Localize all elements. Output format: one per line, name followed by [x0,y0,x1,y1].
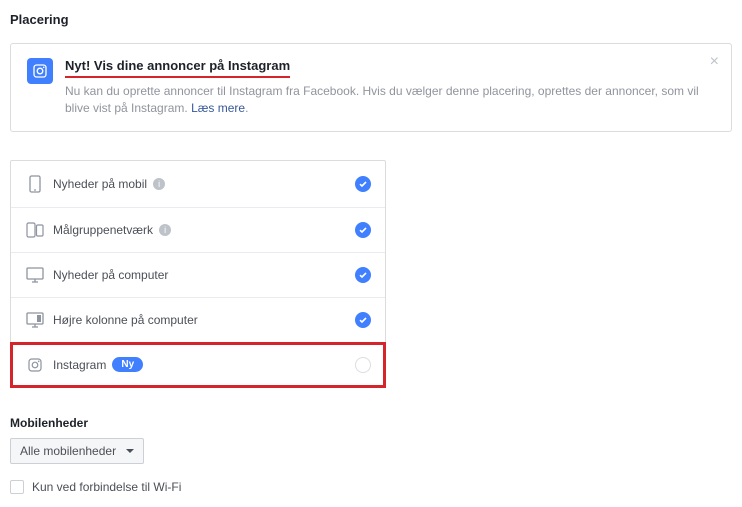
info-icon[interactable]: i [153,178,165,190]
info-heading: Nyt! Vis dine annoncer på Instagram [65,58,290,78]
info-body-text: Nu kan du oprette annoncer til Instagram… [65,84,699,115]
placement-instagram[interactable]: Instagram Ny [11,343,385,387]
check-icon [355,267,371,283]
placement-audience-network[interactable]: Målgruppenetværk i [11,208,385,253]
instagram-icon [25,357,45,373]
wifi-only-row: Kun ved forbindelse til Wi-Fi [10,480,732,494]
placement-label: Instagram Ny [53,357,355,372]
placement-label: Nyheder på mobil i [53,177,355,191]
section-title: Placering [10,12,732,27]
placement-label-text: Nyheder på computer [53,268,168,282]
placement-desktop-newsfeed[interactable]: Nyheder på computer [11,253,385,298]
placement-label: Nyheder på computer [53,268,355,282]
info-box: Nyt! Vis dine annoncer på Instagram Nu k… [10,43,732,132]
desktop-icon [25,267,45,283]
placement-list: Nyheder på mobil i Målgruppenetværk i Ny… [10,160,386,388]
placement-label: Højre kolonne på computer [53,313,355,327]
caret-down-icon [126,449,134,453]
instagram-icon [27,58,53,84]
wifi-checkbox[interactable] [10,480,24,494]
wifi-label: Kun ved forbindelse til Wi-Fi [32,480,181,494]
check-icon [355,222,371,238]
placement-right-column[interactable]: Højre kolonne på computer [11,298,385,343]
mobile-icon [25,175,45,193]
desktop-column-icon [25,312,45,328]
placement-mobile-newsfeed[interactable]: Nyheder på mobil i [11,161,385,208]
info-content: Nyt! Vis dine annoncer på Instagram Nu k… [65,58,715,117]
placement-label-text: Højre kolonne på computer [53,313,198,327]
learn-more-link[interactable]: Læs mere [191,101,245,115]
select-label: Alle mobilenheder [20,444,116,458]
check-icon [355,176,371,192]
mobile-devices-select[interactable]: Alle mobilenheder [10,438,144,464]
info-icon[interactable]: i [159,224,171,236]
check-icon [355,312,371,328]
mobile-devices-title: Mobilenheder [10,416,732,430]
placement-label-text: Målgruppenetværk [53,223,153,237]
check-empty-icon [355,357,371,373]
close-icon[interactable]: × [710,54,719,70]
placement-label-text: Instagram [53,358,106,372]
info-body-dot: . [245,101,248,115]
placement-label: Målgruppenetværk i [53,223,355,237]
placement-label-text: Nyheder på mobil [53,177,147,191]
devices-icon [25,222,45,238]
info-body: Nu kan du oprette annoncer til Instagram… [65,83,715,117]
new-badge: Ny [112,357,143,372]
